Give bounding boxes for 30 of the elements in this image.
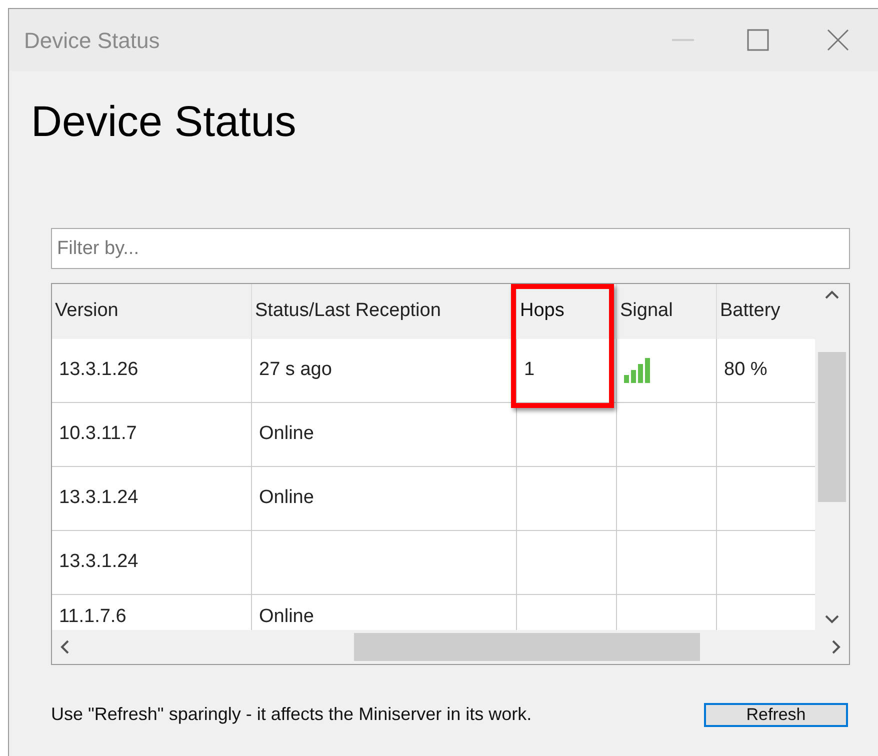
vertical-scrollbar[interactable] (815, 284, 849, 630)
window-title: Device Status (24, 26, 161, 54)
scroll-thumb[interactable] (354, 633, 700, 661)
table-cell-text: Online (259, 605, 314, 629)
page-heading: Device Status (31, 101, 298, 144)
column-header[interactable]: Signal (617, 284, 717, 339)
column-header[interactable]: Version (52, 284, 252, 339)
refresh-button[interactable]: Refresh (704, 702, 848, 726)
table-cell-text: 13.3.1.26 (59, 358, 138, 382)
table-cell-text: Online (259, 486, 314, 510)
table-cell-text: 13.3.1.24 (59, 550, 138, 574)
table-cell-text: 13.3.1.24 (59, 486, 138, 510)
maximize-icon (747, 29, 769, 51)
footer-note: Use "Refresh" sparingly - it affects the Miniserver in its work. (51, 703, 533, 726)
table-cell-text: Online (259, 422, 314, 446)
table-cell-text: 27 s ago (259, 358, 332, 382)
horizontal-scrollbar[interactable] (52, 630, 849, 664)
column-header[interactable]: Hops (517, 284, 617, 339)
scroll-thumb[interactable] (818, 352, 846, 502)
table-cell-text: 80 % (724, 358, 768, 382)
filter-field[interactable]: Filter by... (51, 228, 850, 269)
close-icon (827, 29, 849, 51)
scroll-left-icon (60, 640, 69, 654)
scroll-up-icon (825, 290, 840, 299)
scroll-down-icon (825, 615, 840, 624)
column-header[interactable]: Status/Last Reception (252, 284, 517, 339)
table-cell-text: 10.3.11.7 (59, 422, 137, 446)
scroll-right-icon (832, 640, 841, 654)
table-cell-text: 1 (524, 358, 535, 382)
table-cell-text: 11.1.7.6 (59, 605, 126, 629)
